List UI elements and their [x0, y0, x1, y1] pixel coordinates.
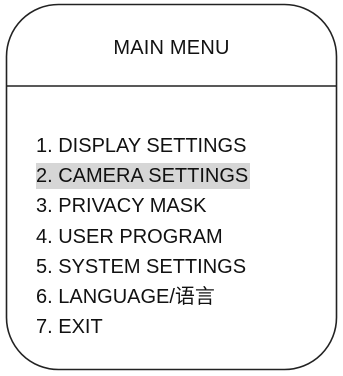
- menu-item-camera-settings[interactable]: 2. CAMERA SETTINGS: [36, 163, 251, 190]
- menu-item-system-settings[interactable]: 5. SYSTEM SETTINGS: [36, 254, 248, 280]
- menu-item-exit[interactable]: 7. EXIT: [36, 314, 105, 340]
- menu-item-user-program[interactable]: 4. USER PROGRAM: [36, 224, 225, 250]
- menu-item-privacy-mask[interactable]: 3. PRIVACY MASK: [36, 193, 208, 219]
- menu-list: 1. DISPLAY SETTINGS 2. CAMERA SETTINGS 3…: [36, 133, 251, 344]
- menu-title: MAIN MENU: [113, 37, 230, 59]
- menu-item-language[interactable]: 6. LANGUAGE/语言: [36, 284, 217, 310]
- menu-item-display-settings[interactable]: 1. DISPLAY SETTINGS: [36, 133, 248, 159]
